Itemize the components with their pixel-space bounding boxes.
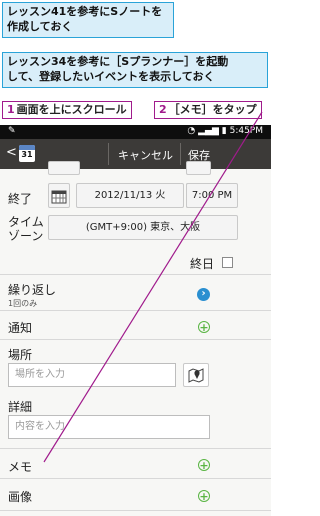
start-time-field-edge [186,161,211,175]
divider [0,510,271,511]
add-notify-icon[interactable]: + [198,321,210,333]
add-memo-icon[interactable]: + [198,459,210,471]
step-2-number: 2 [159,103,167,116]
divider [180,143,181,165]
divider [108,143,109,165]
allday-label: 終日 [190,257,215,271]
end-time-field[interactable]: 7:00 PM [186,183,238,208]
step-2-text: ［メモ］をタップ [168,103,257,116]
back-icon[interactable]: < [6,145,17,160]
allday-checkbox[interactable] [222,257,233,268]
calendar-icon: 31 [19,145,35,162]
event-form: 終了 2012/11/13 火 7:00 PM タイム ゾーン (GMT+9:0… [0,161,271,516]
chevron-right-icon[interactable]: › [197,288,210,301]
add-image-icon[interactable]: + [198,490,210,502]
timezone-field[interactable]: (GMT+9:00) 東京、大阪 [48,215,238,240]
divider [0,310,271,311]
divider [0,478,271,479]
map-button[interactable] [183,363,209,387]
memo-label[interactable]: メモ [8,458,32,475]
wifi-icon: ◔ [187,126,196,136]
step-1-number: 1 [7,103,15,116]
action-bar: < 31 キャンセル 保存 [0,139,271,169]
end-label: 終了 [8,192,33,206]
step-1-label: 1 画面を上にスクロール [2,101,132,119]
status-right: ◔ ▂▄▆ ▮ 5:45PM [187,126,263,136]
timezone-label: タイム ゾーン [8,215,44,243]
repeat-value: 1回のみ [8,299,38,308]
divider [0,448,271,449]
step-2-label: 2 ［メモ］をタップ [154,101,262,119]
image-label[interactable]: 画像 [8,488,32,505]
clock: 5:45PM [229,126,263,136]
signal-icon: ▂▄▆ [198,126,219,136]
place-input[interactable]: 場所を入力 [8,363,176,387]
phone-screen: ✎ ◔ ▂▄▆ ▮ 5:45PM < 31 キャンセル 保存 終了 2012/1… [0,125,271,516]
end-date-field[interactable]: 2012/11/13 火 [76,183,184,208]
map-pin-icon [188,368,204,383]
notification-icon: ✎ [8,126,16,136]
battery-icon: ▮ [221,126,227,136]
start-date-field-edge [48,161,80,175]
divider [0,274,271,275]
detail-label: 詳細 [8,400,33,414]
detail-input[interactable]: 内容を入力 [8,415,210,439]
notify-label[interactable]: 通知 [8,319,32,336]
repeat-label[interactable]: 繰り返し [8,281,56,298]
calendar-grid-icon [51,190,67,204]
end-calendar-button[interactable] [48,183,70,208]
instruction-callout-second: レッスン34を参考に［Sプランナー］を起動 して、登録したいイベントを表示してお… [2,52,268,88]
instruction-callout-top: レッスン41を参考にSノートを 作成しておく [2,2,174,38]
status-bar: ✎ ◔ ▂▄▆ ▮ 5:45PM [0,125,271,139]
divider [0,339,271,340]
cancel-button[interactable]: キャンセル [118,147,173,163]
place-label: 場所 [8,348,33,362]
step-1-text: 画面を上にスクロール [16,103,127,116]
